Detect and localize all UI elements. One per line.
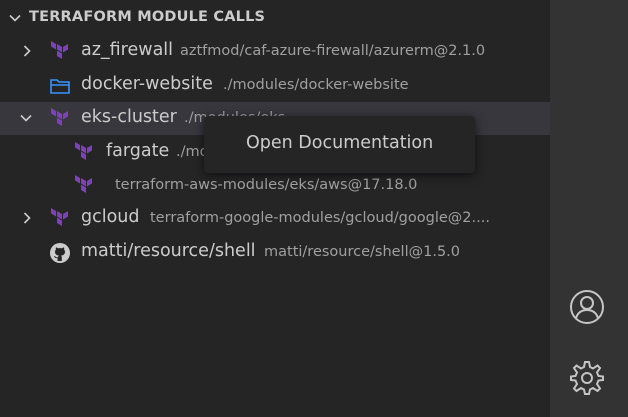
tree-item-description: terraform-google-modules/gcloud/google@2… (150, 210, 490, 226)
tree-item-description: matti/resource/shell@1.5.0 (264, 244, 461, 260)
terraform-icon (75, 175, 92, 193)
tree-item-description: terraform-aws-modules/eks/aws@17.18.0 (115, 177, 418, 193)
explorer-panel: TERRAFORM MODULE CALLS az_firewall aztfm… (0, 0, 550, 417)
tree-item-matti-resource-shell[interactable]: matti/resource/shell matti/resource/shel… (0, 236, 550, 269)
section-title: TERRAFORM MODULE CALLS (29, 9, 266, 25)
chevron-right-icon[interactable] (20, 211, 34, 225)
activity-bar (550, 0, 628, 417)
tree-item-gcloud[interactable]: gcloud terraform-google-modules/gcloud/g… (0, 202, 550, 235)
terraform-icon (51, 108, 68, 126)
chevron-down-icon[interactable] (19, 111, 33, 125)
tree-item-description: aztfmod/caf-azure-firewall/azurerm@2.1.0 (180, 43, 486, 59)
github-icon (50, 243, 70, 263)
tree-item-label: matti/resource/shell (81, 241, 256, 261)
gear-icon[interactable] (568, 359, 606, 397)
account-icon[interactable] (568, 288, 606, 326)
tree-item-label: eks-cluster (81, 107, 177, 127)
context-menu: Open Documentation (204, 116, 475, 173)
tree-item-description: ./modules/docker-website (223, 77, 409, 93)
terraform-icon (51, 208, 68, 226)
terraform-icon (75, 142, 92, 160)
tree-item-label: gcloud (81, 207, 140, 227)
chevron-right-icon[interactable] (20, 44, 34, 58)
context-menu-item-open-documentation[interactable]: Open Documentation (246, 133, 433, 153)
folder-icon (50, 79, 70, 94)
tree-item-az-firewall[interactable]: az_firewall aztfmod/caf-azure-firewall/a… (0, 35, 550, 68)
tree-item-label: docker-website (81, 74, 213, 94)
terraform-icon (51, 41, 68, 59)
section-header[interactable]: TERRAFORM MODULE CALLS (0, 0, 550, 36)
tree-item-label: az_firewall (81, 40, 174, 60)
tree-item-docker-website[interactable]: docker-website ./modules/docker-website (0, 69, 550, 102)
chevron-down-icon[interactable] (8, 11, 22, 25)
tree-item-label: fargate (106, 141, 170, 161)
tree-item-eks-aws-module[interactable]: terraform-aws-modules/eks/aws@17.18.0 (0, 169, 550, 202)
